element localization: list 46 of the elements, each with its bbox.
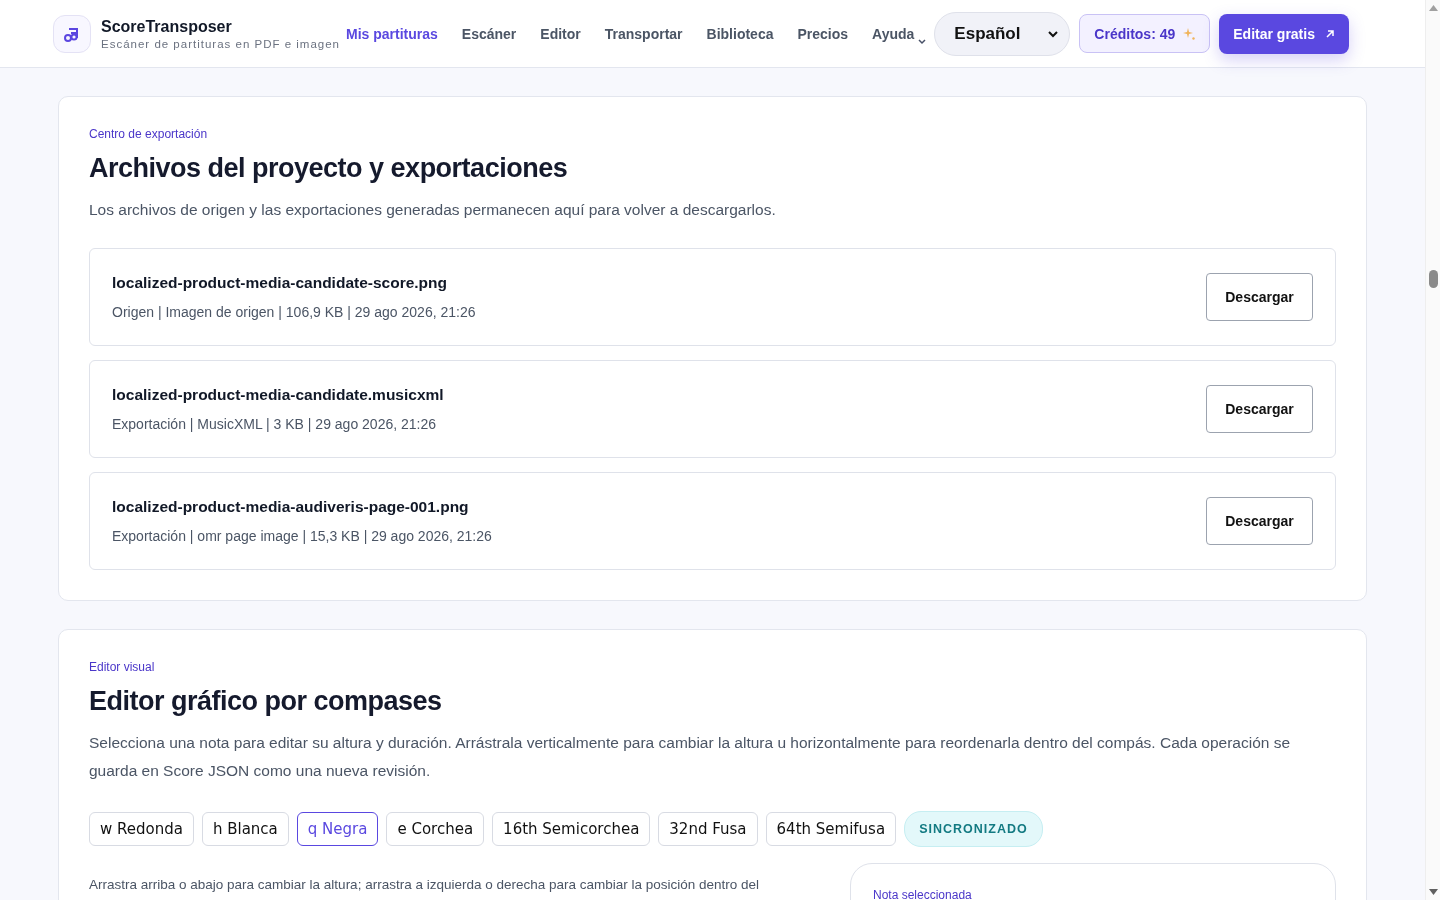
download-button[interactable]: Descargar xyxy=(1206,497,1313,545)
sync-status-badge: SINCRONIZADO xyxy=(904,811,1043,847)
duration-chip[interactable]: e Corchea xyxy=(386,812,485,846)
section-title: Editor gráfico por compases xyxy=(89,686,443,717)
scroll-down-icon[interactable] xyxy=(1429,889,1438,895)
scroll-thumb[interactable] xyxy=(1429,270,1438,288)
edit-free-button[interactable]: Editar gratis xyxy=(1219,13,1349,54)
credits-button[interactable]: Créditos: 49 xyxy=(1079,14,1211,53)
sparkle-icon xyxy=(1183,27,1196,40)
duration-chip[interactable]: 64th Semifusa xyxy=(765,812,897,846)
duration-chip[interactable]: w Redonda xyxy=(89,812,194,846)
brand-name[interactable]: ScoreTransposer xyxy=(101,17,340,36)
file-name: localized-product-media-audiveris-page-001.png xyxy=(112,498,470,516)
download-button[interactable]: Descargar xyxy=(1206,273,1313,321)
language-select[interactable]: Español xyxy=(934,11,1071,56)
section-description: Selecciona una nota para editar su altura y duración. Arrástrala verticalmente para cambiar la altura u horizontalmente para reordenarla dentro del compás. Cada operación se guarda en Score JSON como una nueva revisión. xyxy=(89,733,1292,781)
file-meta: Exportación | MusicXML | 3 KB | 29 ago 2026, 21:26 xyxy=(112,416,438,432)
duration-chip[interactable]: h Blanca xyxy=(201,812,289,846)
nav-link[interactable]: Biblioteca xyxy=(706,25,774,42)
scroll-up-icon[interactable] xyxy=(1428,5,1438,11)
nav-link[interactable]: Precios xyxy=(797,25,849,42)
logo-icon[interactable] xyxy=(53,14,91,53)
duration-chip[interactable]: q Negra xyxy=(296,812,379,846)
file-name: localized-product-media-candidate.musicxml xyxy=(112,386,444,404)
file-meta: Exportación | omr page image | 15,3 KB | 29 ago 2026, 21:26 xyxy=(112,528,492,544)
chevron-icon xyxy=(918,38,927,45)
chevron-icon xyxy=(1047,29,1060,38)
download-button[interactable]: Descargar xyxy=(1206,385,1313,433)
duration-chip[interactable]: 32nd Fusa xyxy=(658,812,758,846)
nav-link[interactable]: Editor xyxy=(540,25,581,42)
section-description: Los archivos de origen y las exportaciones generadas permanecen aquí para volver a descargarlos. xyxy=(89,200,777,220)
file-name: localized-product-media-candidate-score.png xyxy=(112,274,449,292)
external-arrow-icon xyxy=(1324,28,1335,39)
section-eyebrow: Editor visual xyxy=(89,660,156,674)
file-meta: Origen | Imagen de origen | 106,9 KB | 29 ago 2026, 21:26 xyxy=(112,304,476,320)
brand-tagline: Escáner de partituras en PDF e imagen xyxy=(101,37,340,50)
nav-link[interactable]: Transportar xyxy=(604,25,683,42)
duration-chip[interactable]: 16th Semicorchea xyxy=(492,812,651,846)
nav-link[interactable]: Escáner xyxy=(461,25,517,42)
nav-menu[interactable]: Ayuda xyxy=(872,25,927,42)
nav-link[interactable]: Mis partituras xyxy=(346,25,438,42)
section-eyebrow: Centro de exportación xyxy=(89,127,209,141)
panel-title: Nota seleccionada xyxy=(873,888,972,900)
scrollbar[interactable] xyxy=(1425,0,1440,900)
drag-hint: Arrastra arriba o abajo para cambiar la altura; arrastra a izquierda o derecha para cambiar la posición dentro del xyxy=(89,876,761,894)
section-title: Archivos del proyecto y exportaciones xyxy=(89,153,569,184)
